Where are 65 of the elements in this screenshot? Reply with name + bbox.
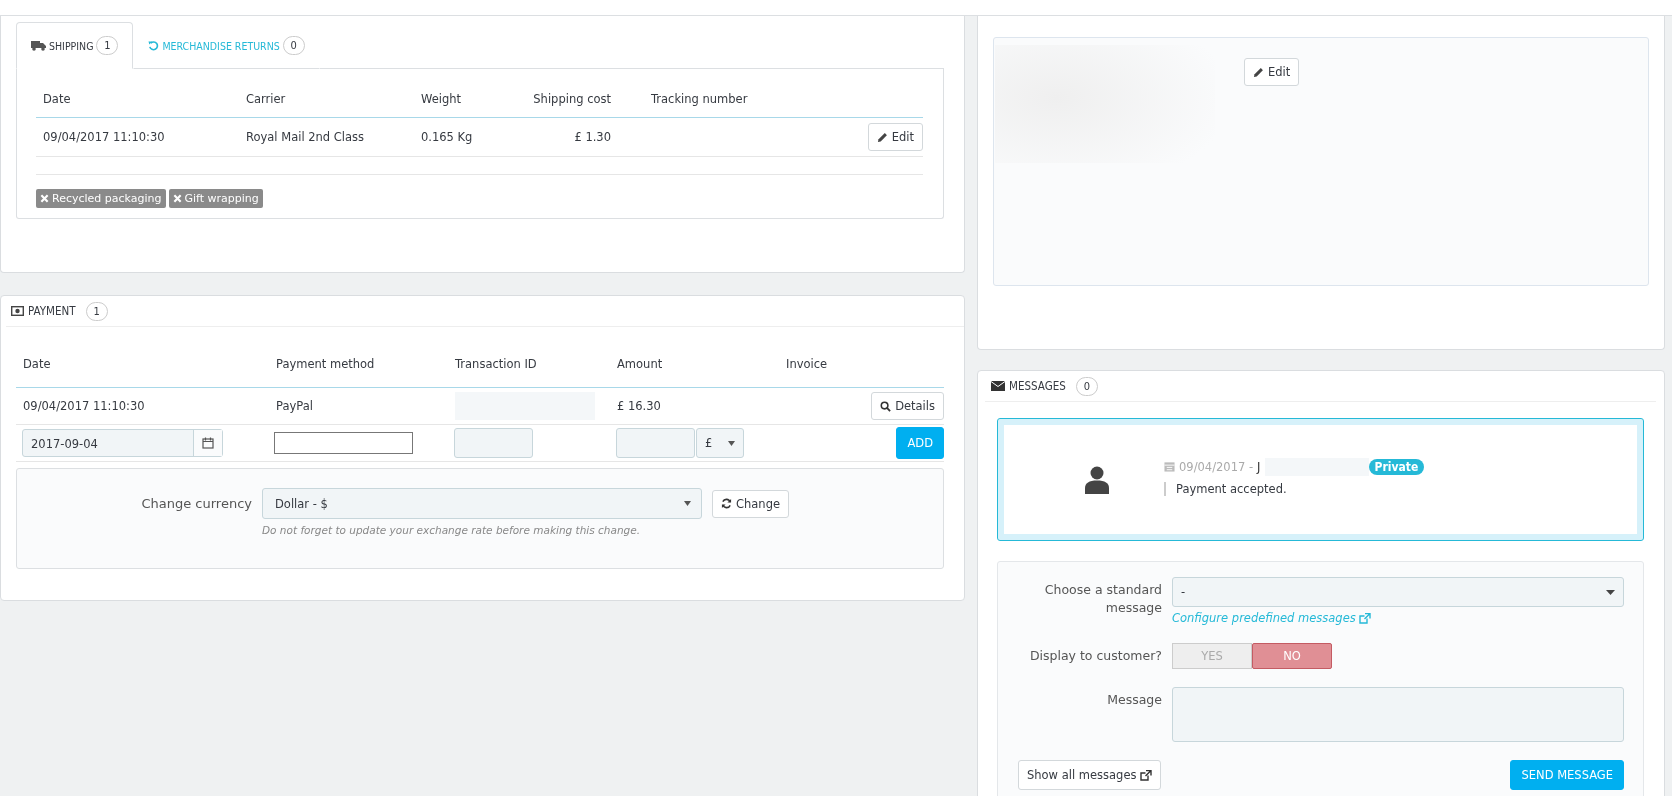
calendar-icon bbox=[202, 437, 214, 449]
caret-icon bbox=[1606, 589, 1615, 595]
column-header: Weight bbox=[421, 92, 463, 106]
pencil-icon bbox=[876, 131, 888, 143]
column-header: Date bbox=[23, 357, 52, 371]
caret-icon bbox=[728, 440, 735, 446]
tab[interactable]: SHIPPING 1 bbox=[16, 22, 134, 69]
show-all-button[interactable]: Show all messages bbox=[1018, 760, 1162, 790]
message-date: 09/04/2017 - bbox=[1179, 459, 1254, 474]
table-cell-text: £ 16.30 bbox=[617, 399, 662, 413]
caret-icon bbox=[684, 501, 691, 506]
external-link-icon bbox=[1358, 612, 1371, 624]
field-label: Choose a standard message bbox=[1043, 581, 1162, 617]
cross-icon bbox=[172, 194, 182, 203]
edit-button[interactable]: Edit bbox=[867, 123, 923, 151]
tab[interactable]: MERCHANDISE RETURNS 0 bbox=[133, 22, 320, 69]
count-badge: 0 bbox=[282, 36, 305, 55]
column-header: Carrier bbox=[246, 92, 287, 106]
cross-icon bbox=[40, 194, 49, 203]
table-cell-text: 09/04/2017 11:10:30 bbox=[23, 399, 146, 413]
hint-text: Do not forget to update your exchange rate before making this change. bbox=[262, 524, 642, 536]
field-label: Change currency bbox=[140, 496, 252, 511]
column-header: Shipping cost bbox=[532, 92, 611, 106]
input-field[interactable] bbox=[274, 432, 413, 454]
option-label: Gift wrapping bbox=[168, 189, 263, 208]
column-header: Transaction ID bbox=[455, 357, 538, 371]
count-badge: 0 bbox=[1075, 376, 1098, 396]
count-badge: 1 bbox=[96, 36, 119, 55]
column-header: Date bbox=[43, 92, 72, 106]
author-name: J bbox=[1257, 459, 1261, 474]
column-header: Tracking number bbox=[650, 92, 749, 106]
details-button[interactable]: Details bbox=[871, 392, 944, 420]
change-button[interactable]: Change bbox=[712, 489, 790, 518]
table-cell-text: 09/04/2017 11:10:30 bbox=[43, 130, 166, 144]
table-cell-text: Royal Mail 2nd Class bbox=[246, 130, 366, 144]
pencil-icon bbox=[1253, 66, 1264, 78]
date-field[interactable]: 2017-09-04 bbox=[22, 429, 223, 457]
message-field[interactable] bbox=[1172, 687, 1624, 742]
edit-button[interactable]: Edit bbox=[1244, 58, 1300, 86]
field-label: Message bbox=[1106, 691, 1162, 709]
panel-title: PAYMENT bbox=[28, 304, 76, 318]
column-header: Amount bbox=[617, 357, 664, 371]
message-text: Payment accepted. bbox=[1164, 481, 1425, 496]
column-header: Invoice bbox=[786, 357, 829, 371]
calendar-icon bbox=[1164, 461, 1175, 472]
panel-title: MESSAGES bbox=[1009, 379, 1066, 393]
envelope-icon bbox=[991, 381, 1005, 391]
truck-icon bbox=[31, 40, 46, 51]
field-label: Display to customer? bbox=[1028, 647, 1162, 665]
table-cell-text: PayPal bbox=[276, 399, 314, 413]
currency-select[interactable]: £ bbox=[696, 428, 744, 458]
search-icon bbox=[880, 400, 892, 412]
table-cell-text: 0.165 Kg bbox=[421, 130, 474, 144]
count-badge: 1 bbox=[85, 301, 108, 321]
refresh-icon bbox=[721, 498, 732, 509]
banknote-icon bbox=[11, 306, 24, 316]
undo-icon bbox=[148, 40, 160, 51]
message-select[interactable]: - bbox=[1172, 577, 1624, 607]
table-cell-text: £ 1.30 bbox=[573, 130, 611, 144]
person-icon bbox=[1084, 465, 1110, 494]
private-tag: Private bbox=[1368, 458, 1425, 475]
currency-select[interactable]: Dollar - $ bbox=[262, 488, 702, 519]
column-header: Payment method bbox=[276, 357, 376, 371]
option-label: Recycled packaging bbox=[36, 189, 166, 208]
external-link-icon bbox=[1140, 769, 1153, 781]
